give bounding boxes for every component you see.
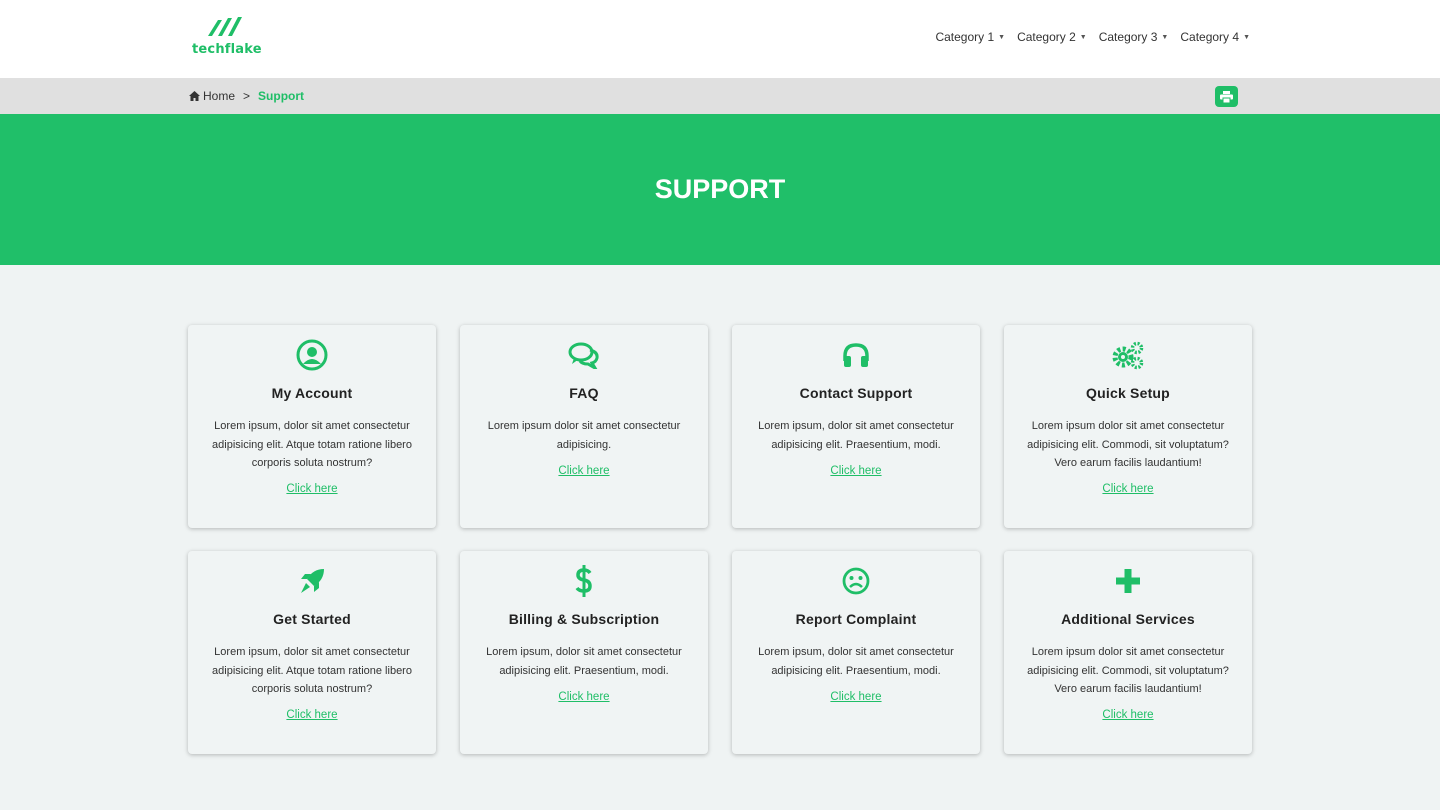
logo[interactable]: techflake — [192, 14, 272, 60]
breadcrumb: Home > Support — [189, 89, 304, 103]
page-title: SUPPORT — [654, 174, 786, 204]
hero-banner: SUPPORT — [0, 114, 1440, 265]
nav-label: Category 3 — [1098, 30, 1158, 44]
caret-down-icon: ▼ — [1243, 33, 1250, 41]
card-additional-services: Additional Services Lorem ipsum dolor si… — [1004, 551, 1252, 754]
card-get-started: Get Started Lorem ipsum, dolor sit amet … — [188, 551, 436, 754]
card-title: Report Complaint — [795, 611, 917, 627]
card-description: Lorem ipsum dolor sit amet consectetur a… — [487, 420, 681, 451]
card-faq: FAQ Lorem ipsum dolor sit amet consectet… — [460, 325, 708, 528]
card-contact-support: Contact Support Lorem ipsum, dolor sit a… — [732, 325, 980, 528]
card-billing-subscription: Billing & Subscription Lorem ipsum, dolo… — [460, 551, 708, 754]
breadcrumb-separator: > — [243, 89, 251, 103]
nav-category-1[interactable]: Category 1 ▼ — [935, 30, 1005, 44]
card-title: Additional Services — [1061, 611, 1195, 627]
card-description: Lorem ipsum dolor sit amet consectetur a… — [1027, 420, 1229, 469]
printer-icon — [1220, 90, 1233, 103]
gears-icon — [1004, 340, 1252, 370]
caret-down-icon: ▼ — [998, 33, 1006, 41]
caret-down-icon: ▼ — [1079, 33, 1087, 41]
plus-icon — [1004, 566, 1252, 596]
card-title: Billing & Subscription — [508, 611, 660, 627]
logo-text: techflake — [192, 42, 262, 57]
breadcrumb-home-label: Home — [203, 89, 236, 103]
click-here-link[interactable]: Click here — [1004, 709, 1252, 721]
card-description: Lorem ipsum dolor sit amet consectetur a… — [1027, 646, 1229, 695]
card-title: Get Started — [273, 611, 351, 627]
nav-label: Category 2 — [1017, 30, 1076, 44]
nav-category-2[interactable]: Category 2 ▼ — [1017, 30, 1087, 44]
headphones-icon — [732, 340, 980, 370]
card-title: Quick Setup — [1086, 385, 1170, 401]
card-description: Lorem ipsum, dolor sit amet consectetur … — [758, 646, 954, 677]
card-quick-setup: Quick Setup Lorem ipsum dolor sit amet c… — [1004, 325, 1252, 528]
card-my-account: My Account Lorem ipsum, dolor sit amet c… — [188, 325, 436, 528]
frown-icon — [732, 566, 980, 596]
click-here-link[interactable]: Click here — [732, 465, 980, 477]
card-description: Lorem ipsum, dolor sit amet consectetur … — [486, 646, 682, 677]
caret-down-icon: ▼ — [1161, 33, 1169, 41]
main-nav: Category 1 ▼ Category 2 ▼ Category 3 ▼ Cate… — [935, 30, 1250, 44]
click-here-link[interactable]: Click here — [460, 691, 708, 703]
click-here-link[interactable]: Click here — [188, 483, 436, 495]
click-here-link[interactable]: Click here — [732, 691, 980, 703]
breadcrumb-bar: Home > Support — [0, 78, 1440, 114]
user-circle-icon — [188, 339, 436, 371]
card-title: FAQ — [569, 385, 599, 401]
support-cards-grid: My Account Lorem ipsum, dolor sit amet c… — [188, 325, 1252, 755]
click-here-link[interactable]: Click here — [1004, 483, 1252, 495]
rocket-icon — [188, 566, 436, 596]
click-here-link[interactable]: Click here — [188, 709, 436, 721]
click-here-link[interactable]: Click here — [460, 465, 708, 477]
card-title: My Account — [271, 385, 353, 401]
nav-category-4[interactable]: Category 4 ▼ — [1180, 30, 1250, 44]
site-header: techflake Category 1 ▼ Category 2 ▼ Catego… — [0, 0, 1440, 78]
dollar-icon — [460, 565, 708, 597]
logo-mark-icon — [208, 17, 242, 36]
card-description: Lorem ipsum, dolor sit amet consectetur … — [212, 646, 412, 695]
nav-label: Category 4 — [1180, 30, 1240, 44]
breadcrumb-current: Support — [258, 89, 305, 103]
breadcrumb-home[interactable]: Home — [189, 89, 235, 103]
print-button[interactable] — [1215, 86, 1238, 107]
nav-label: Category 1 — [935, 30, 995, 44]
card-title: Contact Support — [799, 385, 913, 401]
card-report-complaint: Report Complaint Lorem ipsum, dolor sit … — [732, 551, 980, 754]
card-description: Lorem ipsum, dolor sit amet consectetur … — [212, 420, 412, 469]
chat-bubbles-icon — [460, 340, 708, 370]
nav-category-3[interactable]: Category 3 ▼ — [1099, 30, 1169, 44]
home-icon — [189, 91, 200, 101]
card-description: Lorem ipsum, dolor sit amet consectetur … — [758, 420, 954, 451]
